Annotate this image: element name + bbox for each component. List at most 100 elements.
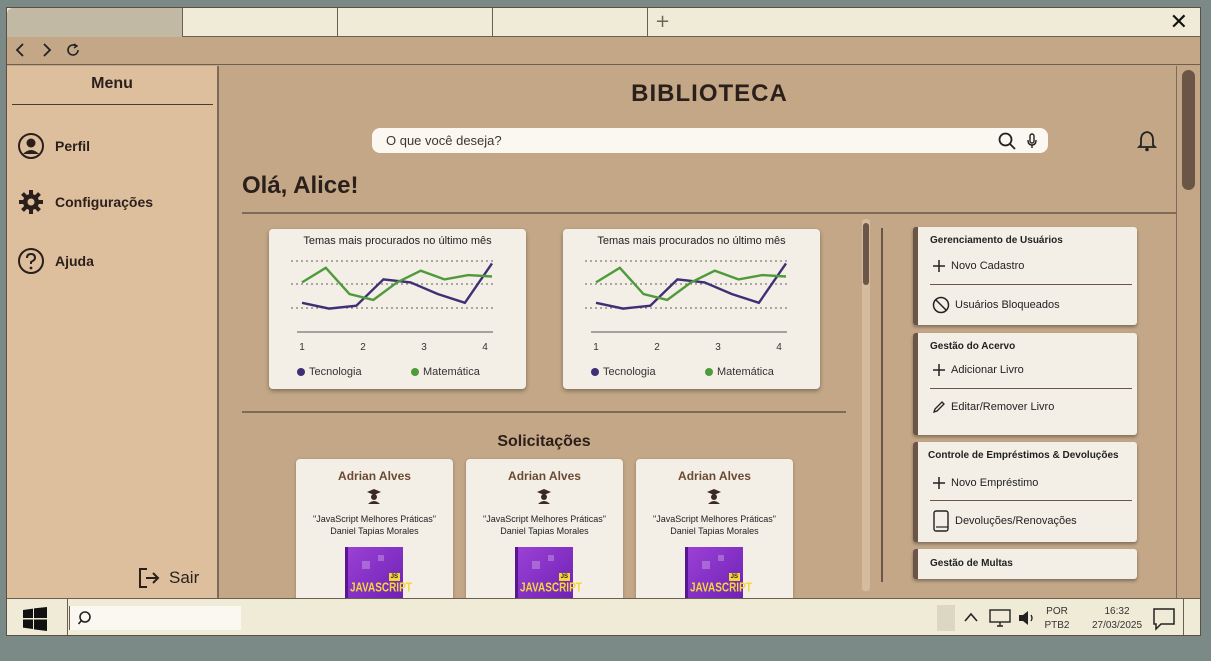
student-icon — [707, 489, 721, 504]
x-tick-label: 4 — [482, 342, 488, 353]
book-title: "JavaScript Melhores Práticas" — [653, 514, 776, 524]
request-card[interactable]: Adrian Alves "JavaScript Melhores Prátic… — [636, 459, 793, 598]
cover-badge: JS — [388, 573, 400, 581]
cover-title: JAVASCRIPT — [690, 581, 752, 596]
legend-item: Tecnologia — [297, 366, 362, 378]
monitor-icon[interactable] — [989, 609, 1011, 627]
scrollbar-thumb[interactable] — [1182, 70, 1195, 190]
new-tab-button[interactable]: + — [655, 11, 670, 32]
plus-icon — [933, 260, 945, 272]
legend-dot — [411, 368, 419, 376]
tab-1[interactable] — [7, 8, 183, 37]
requests-title: Solicitações — [497, 433, 591, 450]
speaker-icon[interactable] — [1018, 610, 1036, 626]
chart-title: Temas mais procurados no último mês — [303, 235, 492, 247]
plus-icon — [933, 477, 945, 489]
cover-title: JAVASCRIPT — [520, 581, 582, 596]
panel-loans: Controle de Empréstimos & Devoluções Nov… — [913, 442, 1137, 542]
gear-icon — [19, 190, 43, 214]
tab-3[interactable] — [338, 8, 493, 37]
legend-item: Matemática — [411, 366, 480, 378]
windows-start-icon[interactable] — [23, 607, 47, 631]
new-registration-button[interactable]: Novo Cadastro — [932, 259, 1024, 273]
notification-icon[interactable] — [1152, 607, 1176, 631]
series-line-matemática — [595, 266, 787, 302]
edit-book-button[interactable]: Editar/Remover Livro — [932, 400, 1054, 414]
clock-date: 27/03/2025 — [1091, 620, 1143, 631]
browser-window: + ✕ Menu Perfil Configurações Ajuda Sair… — [6, 7, 1201, 636]
new-loan-button[interactable]: Novo Empréstimo — [932, 476, 1038, 490]
requester-name: Adrian Alves — [338, 469, 411, 483]
divider — [1183, 599, 1184, 635]
cover-title: JAVASCRIPT — [350, 581, 412, 596]
x-tick-label: 2 — [654, 342, 660, 353]
divider — [242, 411, 846, 413]
student-icon — [537, 489, 551, 504]
panel-title: Controle de Empréstimos & Devoluções — [928, 450, 1119, 461]
chevron-up-icon[interactable] — [963, 611, 979, 623]
language-indicator[interactable]: POR PTB2 — [1042, 605, 1072, 633]
requester-name: Adrian Alves — [508, 469, 581, 483]
legend-dot — [297, 368, 305, 376]
legend-item: Tecnologia — [591, 366, 656, 378]
request-card[interactable]: Adrian Alves "JavaScript Melhores Prátic… — [466, 459, 623, 598]
legend-label: Tecnologia — [309, 366, 362, 378]
close-window-button[interactable]: ✕ — [1170, 10, 1188, 35]
search-icon[interactable] — [998, 132, 1016, 150]
reload-icon[interactable] — [65, 41, 81, 59]
clock[interactable]: 16:32 27/03/2025 — [1087, 605, 1147, 633]
divider — [930, 284, 1132, 285]
sidebar-item-ajuda[interactable]: Ajuda — [17, 246, 94, 276]
book-author: Daniel Tapias Morales — [330, 526, 419, 536]
legend-label: Matemática — [423, 366, 480, 378]
taskbar-search[interactable] — [69, 606, 241, 630]
action-label: Usuários Bloqueados — [955, 299, 1060, 311]
action-label: Novo Cadastro — [951, 260, 1025, 272]
divider — [67, 599, 68, 635]
action-label: Editar/Remover Livro — [951, 401, 1055, 413]
legend-item: Matemática — [705, 366, 774, 378]
blocked-users-button[interactable]: Usuários Bloqueados — [932, 296, 1060, 314]
page-scrollbar[interactable] — [1176, 66, 1200, 598]
panel-fines: Gestão de Multas — [913, 549, 1137, 579]
legend-dot — [705, 368, 713, 376]
thumbnail-image — [937, 605, 955, 631]
bell-icon[interactable] — [1137, 130, 1157, 152]
greeting: Olá, Alice! — [242, 172, 359, 199]
tab-4[interactable] — [493, 8, 648, 37]
book-title: "JavaScript Melhores Práticas" — [313, 514, 436, 524]
add-book-button[interactable]: Adicionar Livro — [932, 363, 1024, 377]
x-tick-label: 2 — [360, 342, 366, 353]
logout-button[interactable]: Sair — [137, 566, 199, 590]
keyboard-layout: PTB2 — [1044, 620, 1070, 631]
panel-title: Gestão de Multas — [930, 558, 1013, 569]
book-cover-image: JS JAVASCRIPT — [345, 547, 412, 598]
book-title: "JavaScript Melhores Práticas" — [483, 514, 606, 524]
scrollbar-thumb[interactable] — [863, 223, 869, 285]
returns-button[interactable]: Devoluções/Renovações — [932, 510, 1077, 532]
book-cover-image: JS JAVASCRIPT — [515, 547, 582, 598]
book-cover-image: JS JAVASCRIPT — [685, 547, 752, 598]
content-scrollbar[interactable] — [862, 219, 870, 591]
search-input[interactable]: O que você deseja? — [386, 133, 998, 148]
request-card[interactable]: Adrian Alves "JavaScript Melhores Prátic… — [296, 459, 453, 598]
tab-2[interactable] — [183, 8, 338, 37]
back-icon[interactable] — [13, 41, 27, 59]
cover-badge: JS — [728, 573, 740, 581]
menu-title: Menu — [91, 75, 133, 92]
navigation-bar — [7, 37, 1200, 65]
legend-label: Tecnologia — [603, 366, 656, 378]
forward-icon[interactable] — [40, 41, 54, 59]
menu-divider — [12, 104, 213, 105]
x-tick-label: 3 — [421, 342, 427, 353]
book-author: Daniel Tapias Morales — [670, 526, 759, 536]
plus-icon — [933, 364, 945, 376]
microphone-icon[interactable] — [1026, 132, 1038, 149]
divider — [242, 212, 1176, 214]
sidebar-item-perfil[interactable]: Perfil — [17, 131, 90, 161]
search-bar[interactable]: O que você deseja? — [372, 128, 1048, 153]
student-icon — [367, 489, 381, 504]
divider — [930, 500, 1132, 501]
sidebar-item-configuracoes[interactable]: Configurações — [17, 187, 153, 217]
x-tick-label: 1 — [299, 342, 305, 353]
